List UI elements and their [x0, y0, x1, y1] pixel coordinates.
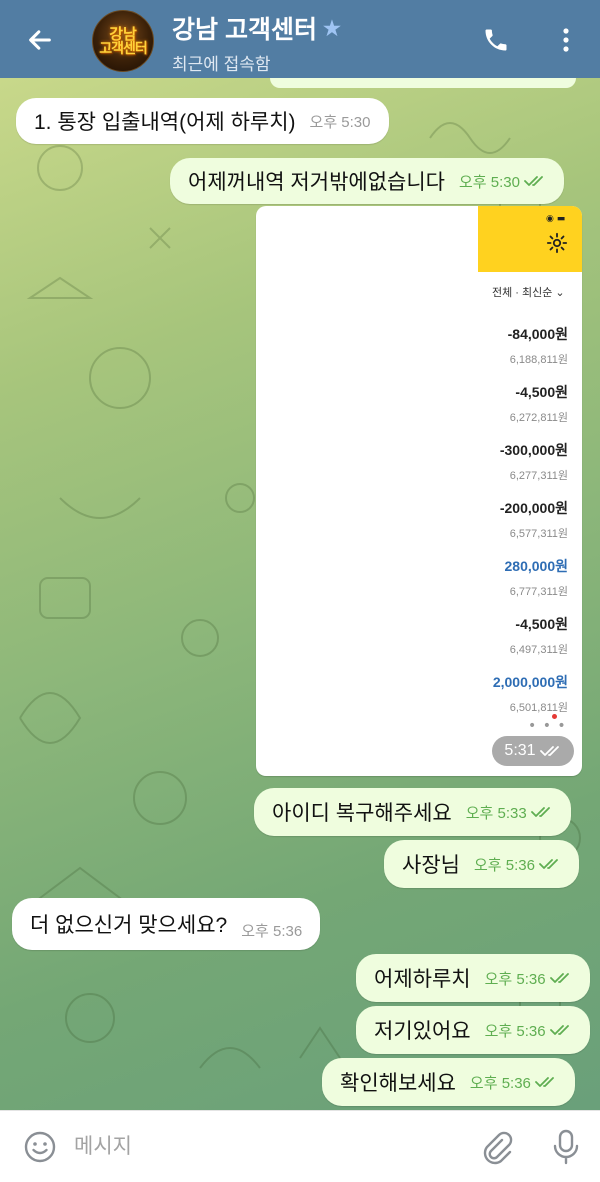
message-meta: 오후 5:30	[459, 171, 546, 192]
star-icon: ★	[322, 17, 341, 40]
chat-title-row: 강남 고객센터 ★	[172, 10, 341, 46]
message-time: 오후 5:33	[465, 804, 527, 822]
message-time: 오후 5:36	[484, 1022, 546, 1040]
message-meta: 오후 5:33	[466, 802, 553, 823]
transaction-row: 280,000원 6,777,311원	[505, 556, 569, 599]
message-time: 오후 5:36	[469, 1074, 531, 1092]
message-text: 아이디 복구해주세요	[272, 802, 452, 825]
message-meta: 오후 5:36	[470, 1072, 557, 1093]
double-check-icon	[539, 859, 558, 869]
sort-filter: 전체 · 최신순 ⌄	[492, 287, 565, 299]
message-text: 어제꺼내역 저거밖에없습니다	[188, 171, 445, 194]
message-composer	[0, 1110, 600, 1182]
chat-header: 강남 고객센터 강남 고객센터 ★ 최근에 접속함	[0, 0, 600, 78]
message-meta: 오후 5:36	[485, 1020, 572, 1041]
double-check-icon	[549, 973, 569, 983]
transaction-row: -4,500원 6,497,311원	[510, 614, 568, 657]
message-bubble-outgoing[interactable]: 어제하루치 오후 5:36	[356, 954, 590, 1002]
message-meta: 오후 5:36	[241, 920, 302, 941]
emoji-icon[interactable]	[22, 1129, 58, 1165]
message-input[interactable]	[74, 1129, 454, 1165]
previous-message-edge	[270, 78, 576, 88]
message-text: 더 없으신거 맞으세요?	[30, 914, 228, 937]
chat-title: 강남 고객센터	[172, 16, 317, 44]
transaction-amount: -4,500원	[515, 384, 568, 400]
transaction-amount: 2,000,000원	[492, 674, 568, 690]
back-button[interactable]	[22, 22, 58, 58]
transaction-amount: 280,000원	[504, 558, 569, 574]
double-check-icon	[524, 176, 543, 186]
chat-title-block[interactable]: 강남 고객센터 ★ 최근에 접속함	[172, 10, 341, 75]
attach-icon[interactable]	[478, 1129, 514, 1165]
transaction-balance: 6,501,811원	[509, 702, 568, 714]
message-time: 오후 5:36	[241, 922, 303, 940]
message-meta: 오후 5:30	[310, 111, 371, 132]
bank-app-header: ◉ ▬	[478, 206, 582, 272]
message-time: 오후 5:30	[309, 113, 371, 131]
message-text: 저기있어요	[374, 1020, 471, 1043]
transaction-row: 2,000,000원 6,501,811원	[493, 672, 568, 715]
transaction-amount: -4,500원	[515, 616, 568, 632]
message-meta: 오후 5:36	[474, 854, 561, 875]
gear-icon	[546, 232, 568, 254]
message-time: 오후 5:36	[473, 856, 535, 874]
image-time-badge: 5:31	[492, 736, 574, 766]
transaction-row: -200,000원 6,577,311원	[500, 498, 568, 541]
transaction-balance: 6,777,311원	[509, 586, 568, 598]
transaction-amount: -84,000원	[507, 326, 568, 342]
message-text: 어제하루치	[374, 968, 471, 991]
call-button[interactable]	[478, 22, 514, 58]
transaction-balance: 6,277,311원	[509, 470, 568, 482]
message-bubble-outgoing[interactable]: 사장님 오후 5:36	[384, 840, 579, 888]
mic-icon[interactable]	[548, 1127, 584, 1167]
more-dots: • • •	[528, 718, 567, 734]
sort-filter-label: 전체 · 최신순	[492, 287, 553, 299]
message-time: 5:31	[504, 742, 536, 759]
message-text: 사장님	[402, 854, 460, 877]
message-bubble-incoming[interactable]: 1. 통장 입출내역(어제 하루치) 오후 5:30	[16, 98, 389, 144]
message-bubble-outgoing[interactable]: 어제꺼내역 저거밖에없습니다 오후 5:30	[170, 158, 564, 204]
phone-icon	[485, 29, 507, 51]
more-menu-button[interactable]	[552, 22, 580, 58]
double-check-icon	[539, 746, 559, 756]
message-bubble-outgoing[interactable]: 저기있어요 오후 5:36	[356, 1006, 590, 1054]
double-check-icon	[549, 1025, 569, 1035]
double-check-icon	[534, 1077, 554, 1087]
double-check-icon	[530, 807, 550, 817]
transaction-row: -300,000원 6,277,311원	[500, 440, 568, 483]
avatar-text-line1: 강남	[109, 24, 137, 43]
status-bar-icons: ◉ ▬	[546, 214, 566, 224]
transaction-balance: 6,188,811원	[509, 354, 568, 366]
transaction-row: -84,000원 6,188,811원	[508, 324, 568, 367]
message-time: 오후 5:36	[484, 970, 546, 988]
transaction-row: -4,500원 6,272,811원	[510, 382, 568, 425]
bank-app-screenshot: ◉ ▬ 전체 · 최신순 ⌄ -84,000원 6,188,811원 -4,500원…	[478, 206, 582, 776]
image-message[interactable]: ◉ ▬ 전체 · 최신순 ⌄ -84,000원 6,188,811원 -4,500원…	[256, 206, 582, 776]
message-text: 1. 통장 입출내역(어제 하루치)	[34, 111, 296, 134]
message-bubble-incoming[interactable]: 더 없으신거 맞으세요? 오후 5:36	[12, 898, 321, 950]
message-bubble-outgoing[interactable]: 확인해보세요 오후 5:36	[322, 1058, 575, 1106]
avatar-text-line2: 고객센터	[99, 40, 148, 57]
message-text: 확인해보세요	[340, 1072, 456, 1095]
avatar[interactable]: 강남 고객센터	[92, 10, 154, 72]
more-vertical-icon	[563, 28, 569, 52]
transaction-amount: -200,000원	[499, 500, 568, 516]
transaction-balance: 6,272,811원	[509, 412, 568, 424]
notification-dot	[552, 714, 557, 719]
message-meta: 오후 5:36	[485, 968, 572, 989]
chat-status: 최근에 접속함	[172, 55, 271, 74]
transaction-balance: 6,497,311원	[509, 644, 568, 656]
message-bubble-outgoing[interactable]: 아이디 복구해주세요 오후 5:33	[254, 788, 571, 836]
transaction-balance: 6,577,311원	[509, 528, 568, 540]
back-arrow-icon	[29, 30, 51, 50]
transaction-amount: -300,000원	[499, 442, 568, 458]
chat-area[interactable]: 1. 통장 입출내역(어제 하루치) 오후 5:30 어제꺼내역 저거밖에없습니…	[0, 78, 600, 1110]
message-time: 오후 5:30	[459, 173, 520, 191]
